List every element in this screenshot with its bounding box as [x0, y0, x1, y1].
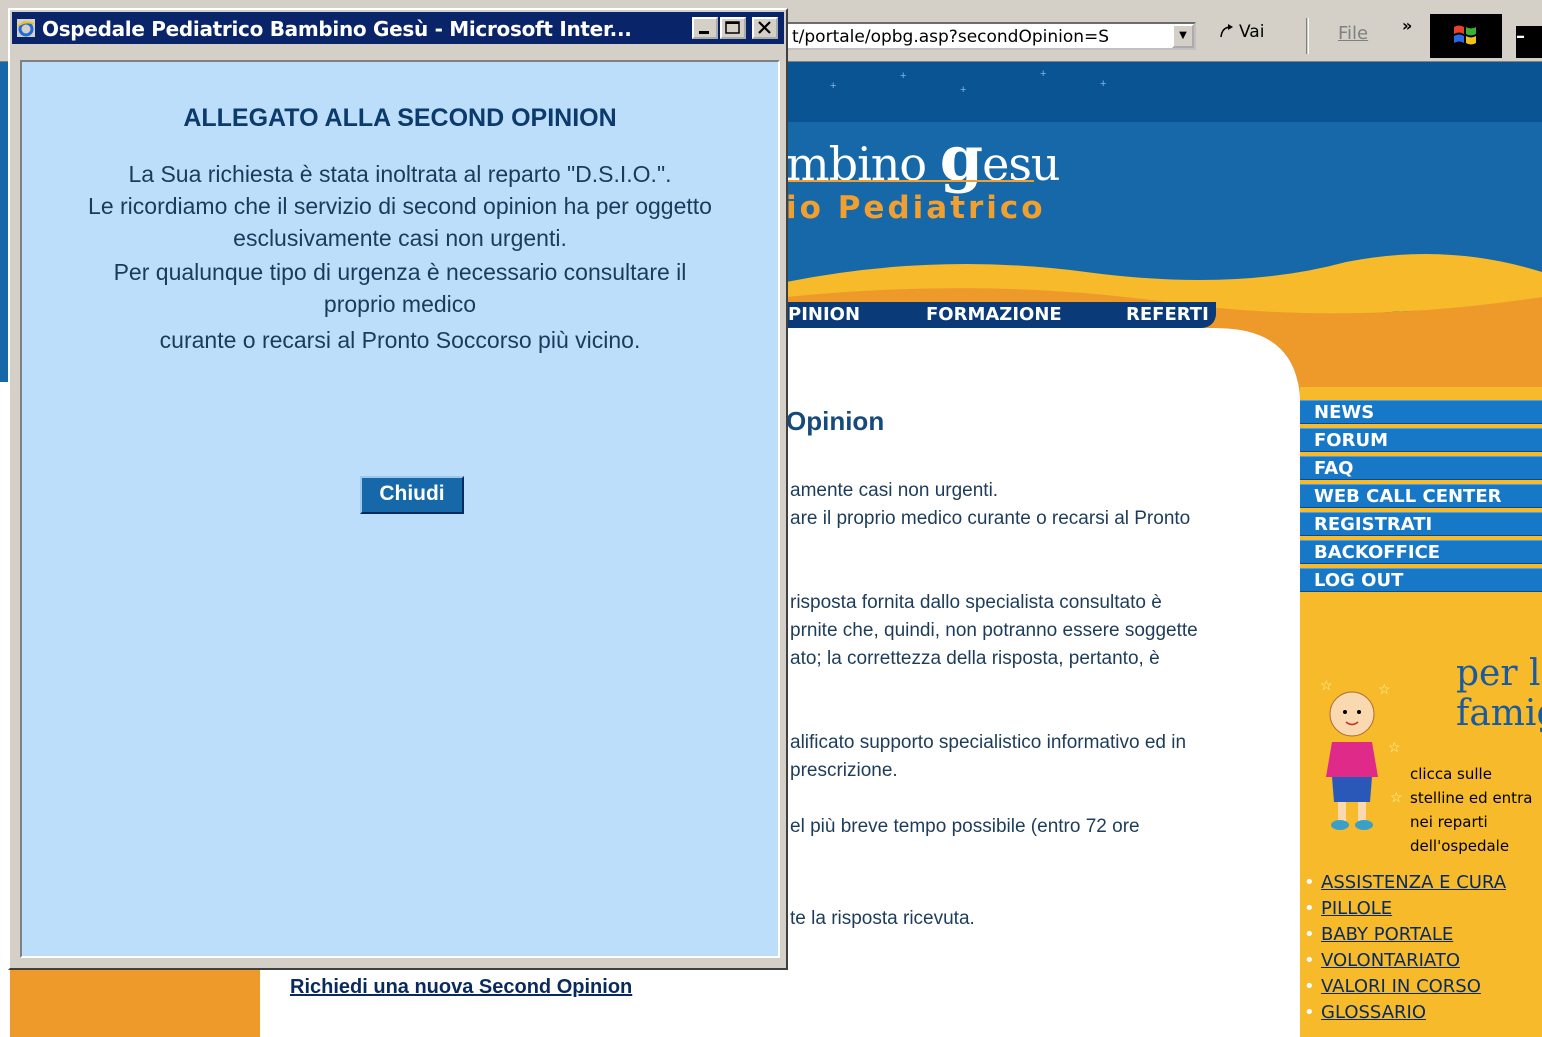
site-logo: mbino gesu — [786, 122, 1061, 195]
close-icon — [758, 21, 771, 34]
star-decoration: + — [900, 70, 907, 82]
main-navigation: PINION FORMAZIONE REFERTI — [786, 302, 1216, 328]
svg-text:☆: ☆ — [1320, 677, 1333, 693]
popup-message-line: proprio medico — [323, 291, 477, 317]
content-text-line: el più breve tempo possibile (entro 72 o… — [790, 816, 1140, 837]
content-text-line: te la risposta ricevuta. — [790, 908, 975, 929]
star-decoration: + — [1100, 78, 1107, 90]
content-text-line: amente casi non urgenti. — [790, 480, 999, 501]
side-menu-faq[interactable]: FAQ — [1300, 456, 1542, 480]
window-minimize-fragment: – — [1516, 26, 1542, 58]
content-text-line: ato; la correttezza della risposta, pert… — [790, 648, 1160, 669]
popup-message-line: esclusivamente casi non urgenti. — [233, 225, 567, 251]
nav-formazione[interactable]: FORMAZIONE — [926, 304, 1062, 325]
popup-message-line: Le ricordiamo che il servizio di second … — [88, 193, 712, 219]
address-text: t/portale/opbg.asp?secondOpinion=S — [792, 27, 1110, 47]
toolbar-separator — [1306, 18, 1309, 54]
content-text-line: alificato supporto specialistico informa… — [790, 732, 1187, 753]
content-text-line: are il proprio medico curante o recarsi … — [790, 508, 1191, 529]
star-decoration: + — [960, 84, 967, 96]
address-bar[interactable]: t/portale/opbg.asp?secondOpinion=S ▼ — [786, 22, 1196, 50]
svg-text:☆: ☆ — [1390, 789, 1403, 805]
header-night-sky — [760, 62, 1542, 122]
menu-file[interactable]: File — [1338, 23, 1368, 44]
go-button[interactable]: Vai — [1218, 22, 1264, 50]
family-section-title: per la famiglia — [1456, 653, 1542, 734]
side-menu-news[interactable]: NEWS — [1300, 400, 1542, 424]
maximize-icon — [725, 21, 740, 34]
popup-message-line: Per qualunque tipo di urgenza è necessar… — [113, 259, 687, 285]
popup-message-line: La Sua richiesta è stata inoltrata al re… — [128, 161, 672, 187]
family-section-text: clicca sulle stelline ed entra nei repar… — [1410, 765, 1533, 855]
star-decoration: + — [830, 80, 837, 92]
star-decoration: + — [1040, 68, 1047, 80]
minimize-icon — [699, 31, 709, 34]
menu-overflow-chevron[interactable]: » — [1402, 16, 1412, 35]
go-label: Vai — [1239, 22, 1265, 42]
family-links: ASSISTENZA E CURA PILLOLE BABY PORTALE V… — [1304, 872, 1506, 1028]
side-menu: NEWS FORUM FAQ WEB CALL CENTER REGISTRAT… — [1300, 400, 1542, 596]
side-menu-forum[interactable]: FORUM — [1300, 428, 1542, 452]
popup-title: Ospedale Pediatrico Bambino Gesù - Micro… — [42, 17, 632, 41]
popup-title-bar[interactable]: Ospedale Pediatrico Bambino Gesù - Micro… — [12, 12, 784, 44]
new-second-opinion-link[interactable]: Richiedi una nuova Second Opinion — [290, 976, 632, 999]
link-valori-in-corso[interactable]: VALORI IN CORSO — [1304, 976, 1506, 1002]
popup-message-line: curante o recarsi al Pronto Soccorso più… — [159, 327, 641, 353]
chiudi-button[interactable]: Chiudi — [360, 476, 464, 514]
close-window-button[interactable] — [752, 17, 778, 39]
site-logo-subtitle: io Pediatrico — [786, 190, 1046, 226]
nav-second-opinion[interactable]: PINION — [788, 304, 860, 325]
child-illustration-icon[interactable]: ☆ ☆ ☆ ☆ — [1310, 672, 1405, 842]
maximize-button[interactable] — [720, 17, 746, 39]
minimize-button[interactable] — [692, 17, 718, 39]
page-title: Opinion — [786, 406, 885, 436]
link-baby-portale[interactable]: BABY PORTALE — [1304, 924, 1506, 950]
logo-underline — [786, 180, 1034, 182]
link-pillole[interactable]: PILLOLE — [1304, 898, 1506, 924]
svg-text:☆: ☆ — [1388, 739, 1401, 755]
svg-text:☆: ☆ — [1378, 681, 1391, 697]
side-menu-registrati[interactable]: REGISTRATI — [1300, 512, 1542, 536]
popup-content: ALLEGATO ALLA SECOND OPINION La Sua rich… — [20, 60, 780, 958]
internet-explorer-icon — [17, 19, 35, 37]
windows-flag-icon — [1454, 25, 1476, 45]
side-menu-log-out[interactable]: LOG OUT — [1300, 568, 1542, 592]
link-volontariato[interactable]: VOLONTARIATO — [1304, 950, 1506, 976]
popup-window: Ospedale Pediatrico Bambino Gesù - Micro… — [8, 8, 788, 970]
footer-orange-block — [10, 967, 260, 1037]
popup-heading: ALLEGATO ALLA SECOND OPINION — [183, 104, 617, 132]
link-assistenza-e-cura[interactable]: ASSISTENZA E CURA — [1304, 872, 1506, 898]
link-glossario[interactable]: GLOSSARIO — [1304, 1002, 1506, 1028]
nav-referti[interactable]: REFERTI — [1126, 304, 1209, 325]
content-text-line: prescrizione. — [790, 760, 898, 781]
side-menu-backoffice[interactable]: BACKOFFICE — [1300, 540, 1542, 564]
go-arrow-icon — [1220, 24, 1233, 38]
content-text-line: risposta fornita dallo specialista consu… — [790, 592, 1162, 613]
content-text-line: prnite che, quindi, non potranno essere … — [790, 620, 1198, 641]
address-dropdown-button[interactable]: ▼ — [1172, 24, 1194, 48]
side-menu-web-call-center[interactable]: WEB CALL CENTER — [1300, 484, 1542, 508]
